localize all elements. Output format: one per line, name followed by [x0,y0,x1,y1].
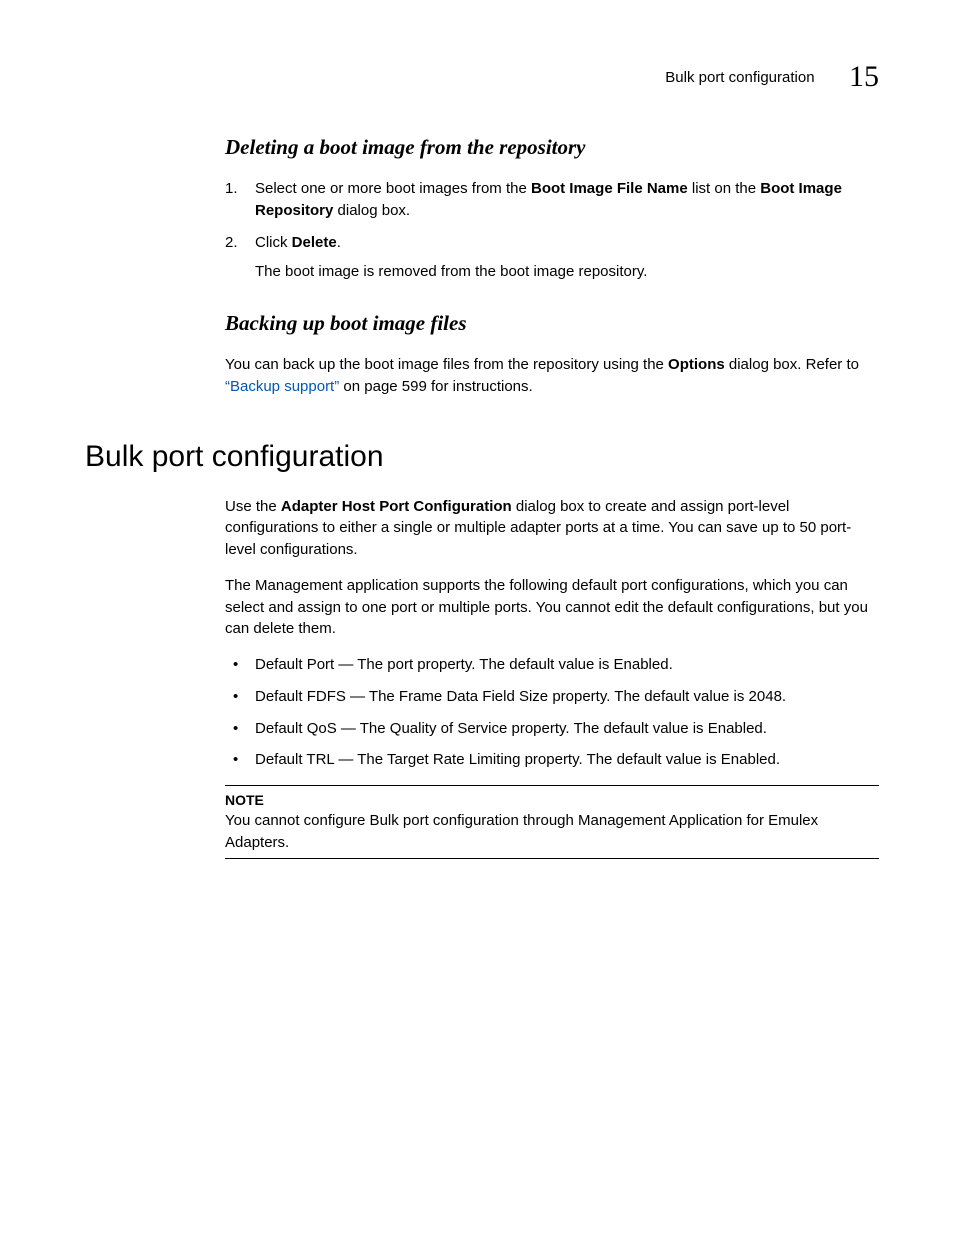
step2-text-lead: Click [255,234,292,251]
bulk-p1-bold: Adapter Host Port Configuration [281,498,512,515]
step2-text-tail: . [337,234,341,251]
backup-para-mid: dialog box. Refer to [725,356,859,373]
step1-text-tail: dialog box. [333,202,410,219]
note-body: You cannot configure Bulk port configura… [225,810,879,854]
deleting-steps-list: Select one or more boot images from the … [225,178,879,283]
step2-bold: Delete [292,234,337,251]
page-content: Deleting a boot image from the repositor… [0,135,954,859]
running-header-chapter-number: 15 [849,60,879,93]
backup-para-tail: on page 599 for instructions. [339,378,532,395]
heading-deleting-boot-image: Deleting a boot image from the repositor… [225,135,879,160]
step2-result: The boot image is removed from the boot … [255,261,879,283]
bullet-default-fdfs: Default FDFS — The Frame Data Field Size… [225,686,879,708]
bulk-p1-lead: Use the [225,498,281,515]
deleting-step-2: Click Delete. The boot image is removed … [225,232,879,284]
note-label: NOTE [225,790,879,810]
heading-bulk-port-configuration: Bulk port configuration [85,440,879,474]
running-header-label: Bulk port configuration [665,69,814,86]
backup-para-bold: Options [668,356,725,373]
backup-paragraph: You can back up the boot image files fro… [225,354,879,398]
bullet-default-trl: Default TRL — The Target Rate Limiting p… [225,749,879,771]
backup-para-lead: You can back up the boot image files fro… [225,356,668,373]
heading-backing-up: Backing up boot image files [225,311,879,336]
note-block: NOTE You cannot configure Bulk port conf… [225,785,879,859]
bulk-paragraph-2: The Management application supports the … [225,575,879,640]
bulk-paragraph-1: Use the Adapter Host Port Configuration … [225,496,879,561]
running-header: Bulk port configuration 15 [0,60,954,94]
step1-text-mid: list on the [688,180,761,197]
backup-support-link[interactable]: “Backup support” [225,378,339,395]
page: Bulk port configuration 15 Deleting a bo… [0,0,954,1235]
bulk-bullet-list: Default Port — The port property. The de… [225,654,879,771]
bullet-default-port: Default Port — The port property. The de… [225,654,879,676]
bullet-default-qos: Default QoS — The Quality of Service pro… [225,718,879,740]
deleting-step-1: Select one or more boot images from the … [225,178,879,222]
step1-text-lead: Select one or more boot images from the [255,180,531,197]
step1-bold-1: Boot Image File Name [531,180,688,197]
